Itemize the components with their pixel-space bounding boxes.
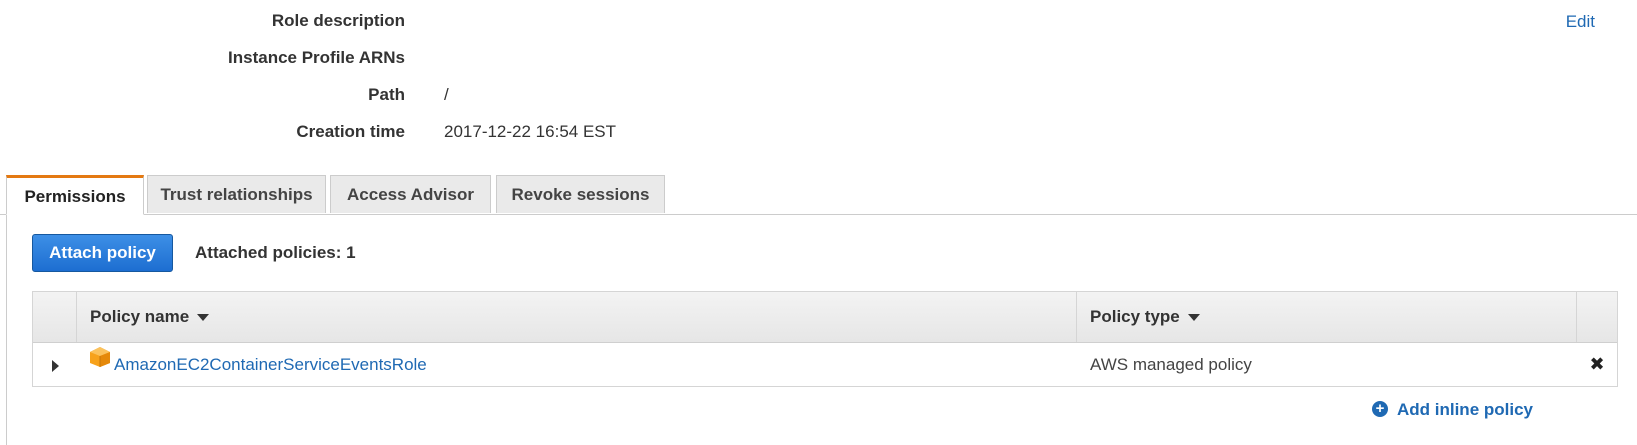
tab-access-advisor[interactable]: Access Advisor bbox=[330, 175, 491, 213]
tab-permissions[interactable]: Permissions bbox=[6, 175, 144, 215]
close-icon[interactable]: ✖ bbox=[1577, 343, 1617, 386]
summary-row-role-description: Role description bbox=[0, 2, 1637, 40]
summary-row-instance-profile-arns: Instance Profile ARNs bbox=[0, 39, 1637, 77]
sort-caret-icon bbox=[1187, 314, 1200, 322]
sort-caret-icon bbox=[197, 314, 210, 322]
summary-row-creation-time: Creation time 2017-12-22 16:54 EST bbox=[0, 113, 1637, 151]
summary-label: Role description bbox=[271, 11, 405, 30]
tab-revoke-sessions[interactable]: Revoke sessions bbox=[496, 175, 665, 213]
tab-trust-relationships[interactable]: Trust relationships bbox=[147, 175, 326, 213]
header-policy-name[interactable]: Policy name bbox=[77, 292, 1077, 342]
tab-bar: Permissions Trust relationships Access A… bbox=[6, 175, 1637, 215]
policy-name-cell: AmazonEC2ContainerServiceEventsRole bbox=[77, 343, 1077, 386]
add-inline-policy-link[interactable]: + Add inline policy bbox=[1371, 395, 1533, 425]
header-select-column bbox=[33, 292, 77, 342]
aws-package-icon bbox=[89, 341, 111, 384]
triangle-right-icon bbox=[51, 359, 59, 372]
policy-type-cell: AWS managed policy bbox=[1090, 355, 1252, 374]
summary-label: Instance Profile ARNs bbox=[228, 48, 405, 67]
table-header: Policy name Policy type bbox=[33, 292, 1617, 343]
table-row: AmazonEC2ContainerServiceEventsRole AWS … bbox=[33, 343, 1617, 386]
policy-name-link[interactable]: AmazonEC2ContainerServiceEventsRole bbox=[114, 355, 427, 374]
attached-policies-count: Attached policies: 1 bbox=[195, 243, 356, 262]
header-policy-name-label: Policy name bbox=[90, 307, 190, 326]
edit-role-description-link[interactable]: Edit bbox=[1566, 0, 1595, 44]
plus-circle-icon: + bbox=[1371, 400, 1388, 417]
summary-label: Path bbox=[368, 85, 405, 104]
policies-table: Policy name Policy type AmazonEC2Contain… bbox=[32, 291, 1618, 387]
summary-value: / bbox=[444, 85, 449, 104]
header-action-column bbox=[1577, 292, 1617, 342]
summary-label: Creation time bbox=[296, 122, 405, 141]
summary-row-path: Path / bbox=[0, 76, 1637, 114]
expand-row-icon[interactable] bbox=[33, 343, 77, 386]
add-inline-policy-label: Add inline policy bbox=[1396, 400, 1533, 419]
header-policy-type-label: Policy type bbox=[1090, 307, 1180, 326]
header-policy-type[interactable]: Policy type bbox=[1077, 292, 1577, 342]
summary-value: 2017-12-22 16:54 EST bbox=[444, 122, 617, 141]
attach-policy-button[interactable]: Attach policy bbox=[32, 234, 173, 272]
